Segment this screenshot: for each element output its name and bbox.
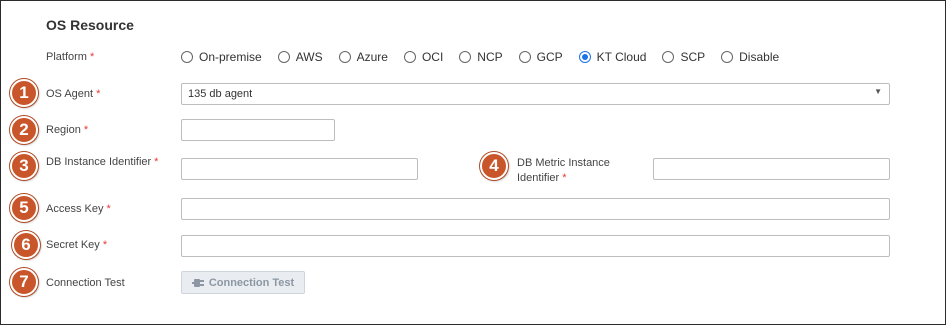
required-asterisk: *: [83, 124, 89, 136]
radio-button[interactable]: [459, 51, 472, 63]
platform-option-disable[interactable]: Disable: [721, 50, 779, 64]
radio-button[interactable]: [403, 51, 416, 63]
secret-key-input[interactable]: [181, 235, 890, 257]
radio-option-label: SCP: [680, 50, 706, 64]
access-key-label-text: Access Key: [46, 203, 104, 215]
access-key-label: Access Key *: [46, 203, 111, 215]
radio-button[interactable]: [578, 51, 591, 63]
connection-test-label: Connection Test: [46, 277, 125, 289]
required-asterisk: *: [562, 172, 567, 184]
os-resource-panel: OS Resource Platform * On-premise AWS Azure…: [0, 0, 946, 325]
db-metric-label-line2: Identifier: [517, 172, 560, 184]
secret-key-label: Secret Key *: [46, 239, 107, 251]
required-asterisk: *: [102, 239, 108, 251]
platform-option-ncp[interactable]: NCP: [459, 50, 503, 64]
connection-test-button[interactable]: Connection Test: [181, 271, 305, 294]
access-key-input[interactable]: [181, 198, 890, 220]
step-marker-2: 2: [10, 116, 38, 144]
region-input[interactable]: [181, 119, 335, 141]
platform-option-gcp[interactable]: GCP: [518, 50, 563, 64]
radio-option-label: KT Cloud: [596, 50, 647, 64]
step-marker-3: 3: [10, 152, 38, 180]
secret-key-label-text: Secret Key: [46, 239, 100, 251]
radio-button[interactable]: [662, 51, 675, 63]
platform-label: Platform *: [46, 51, 94, 63]
radio-button[interactable]: [721, 51, 734, 63]
db-instance-identifier-label-text: DB Instance Identifier: [46, 156, 152, 168]
step-marker-6: 6: [12, 231, 40, 259]
os-agent-select[interactable]: 135 db agent ▼: [181, 83, 890, 105]
required-asterisk: *: [89, 51, 95, 63]
section-title: OS Resource: [46, 17, 134, 33]
db-instance-identifier-label: DB Instance Identifier *: [46, 156, 158, 168]
radio-option-label: Disable: [739, 50, 780, 64]
radio-button[interactable]: [181, 51, 193, 63]
plug-icon: [191, 278, 204, 288]
db-metric-label-line1: DB Metric Instance: [517, 157, 610, 169]
radio-option-label: OCI: [421, 50, 444, 64]
os-agent-label-text: OS Agent: [46, 88, 94, 100]
radio-option-label: NCP: [477, 50, 503, 64]
step-marker-7: 7: [10, 268, 38, 296]
region-label-text: Region: [46, 124, 81, 136]
required-asterisk: *: [96, 88, 101, 100]
required-asterisk: *: [106, 203, 111, 215]
os-agent-selected-value: 135 db agent: [188, 88, 253, 100]
platform-radio-group: On-premise AWS Azure OCI NCP GCP KT Cloud SCP Di…: [181, 49, 795, 65]
region-label: Region *: [46, 124, 88, 136]
db-metric-instance-identifier-input[interactable]: [653, 158, 890, 180]
dropdown-caret-icon: ▼: [874, 87, 882, 96]
step-marker-4: 4: [480, 152, 508, 180]
platform-option-azure[interactable]: Azure: [338, 50, 388, 64]
radio-option-label: GCP: [536, 50, 563, 64]
db-metric-instance-identifier-label: DB Metric Instance Identifier *: [517, 156, 610, 186]
radio-option-label: On-premise: [199, 50, 262, 64]
db-instance-identifier-input[interactable]: [181, 158, 418, 180]
platform-option-kt-cloud[interactable]: KT Cloud: [578, 50, 647, 64]
radio-option-label: AWS: [295, 50, 323, 64]
os-agent-label: OS Agent *: [46, 88, 100, 100]
platform-option-oci[interactable]: OCI: [403, 50, 444, 64]
radio-button[interactable]: [277, 51, 290, 63]
step-marker-1: 1: [10, 79, 38, 107]
platform-option-scp[interactable]: SCP: [662, 50, 705, 64]
required-asterisk: *: [154, 156, 159, 168]
radio-button[interactable]: [338, 51, 351, 63]
step-marker-5: 5: [10, 194, 38, 222]
platform-option-on-premise[interactable]: On-premise: [181, 50, 262, 64]
radio-button[interactable]: [518, 51, 531, 63]
connection-test-button-label: Connection Test: [208, 276, 295, 289]
platform-label-text: Platform: [46, 51, 87, 63]
radio-option-label: Azure: [356, 50, 388, 64]
platform-option-aws[interactable]: AWS: [277, 50, 323, 64]
